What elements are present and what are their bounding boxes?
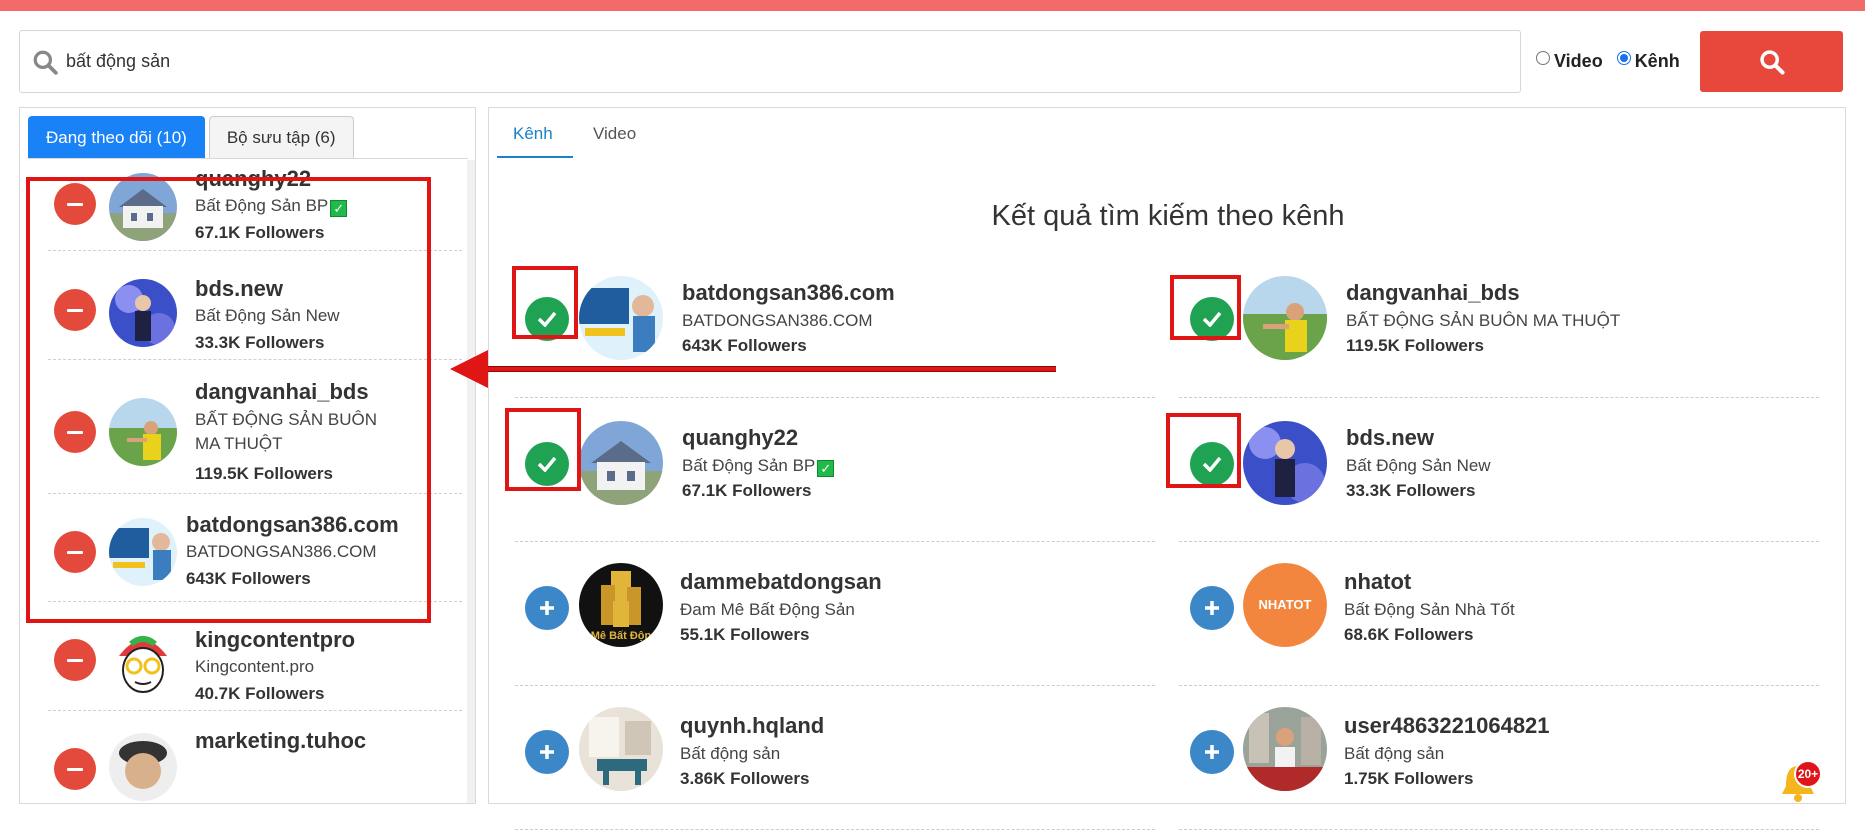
follower-count: 33.3K Followers <box>1346 481 1476 500</box>
search-icon <box>33 50 58 75</box>
avatar <box>579 707 663 791</box>
channel-name[interactable]: dammebatdongsan <box>680 569 882 595</box>
radio-video-label[interactable]: Video <box>1554 51 1603 72</box>
search-input[interactable] <box>66 31 1466 92</box>
verified-check-icon: ✓ <box>817 460 835 477</box>
active-tab-indicator <box>497 156 573 158</box>
channel-description: BATDONGSAN386.COM <box>682 311 873 330</box>
plus-icon <box>540 601 554 615</box>
radio-video[interactable] <box>1536 51 1550 65</box>
result-item: batdongsan386.com BATDONGSAN386.COM 643K… <box>515 260 1155 398</box>
follower-count: 40.7K Followers <box>195 684 325 703</box>
highlight-box <box>505 408 581 491</box>
follower-count: 643K Followers <box>682 336 807 355</box>
avatar: Mê Bất Độn <box>579 563 663 647</box>
plus-icon <box>540 745 554 759</box>
avatar <box>109 626 177 694</box>
avatar-logo-text: Mê Bất Độn <box>591 630 652 642</box>
follower-count: 67.1K Followers <box>682 481 812 500</box>
highlight-box <box>26 177 431 623</box>
annotation-arrow-head <box>450 350 488 388</box>
highlight-box <box>512 266 578 339</box>
radio-channel-label[interactable]: Kênh <box>1635 51 1680 72</box>
follow-button[interactable] <box>525 730 569 774</box>
follower-count: 68.6K Followers <box>1344 625 1474 644</box>
avatar-logo-text: NHATOT <box>1259 597 1312 612</box>
highlight-box <box>1166 413 1241 488</box>
follower-count: 119.5K Followers <box>1346 336 1484 355</box>
results-title: Kết quả tìm kiếm theo kênh <box>991 200 1345 232</box>
radio-channel[interactable] <box>1616 51 1631 65</box>
avatar <box>1243 276 1327 360</box>
follow-button[interactable] <box>1190 730 1234 774</box>
result-item: Mê Bất Độn dammebatdongsan Đam Mê Bất Độ… <box>515 548 1155 686</box>
channel-description: Bất Động Sản Nhà Tốt <box>1344 600 1515 619</box>
top-banner <box>0 0 1865 11</box>
channel-name[interactable]: quanghy22 <box>682 425 798 451</box>
channel-name[interactable]: dangvanhai_bds <box>1346 280 1520 306</box>
avatar: NHATOT <box>1243 563 1327 647</box>
search-icon <box>1759 49 1785 75</box>
tabs-divider <box>28 158 468 159</box>
tab-video[interactable]: Video <box>593 124 636 144</box>
channel-description: Kingcontent.pro <box>195 657 315 676</box>
avatar <box>1243 707 1327 791</box>
channel-name[interactable]: marketing.tuhoc <box>195 728 366 754</box>
scrollbar[interactable] <box>467 160 475 803</box>
follower-count: 1.75K Followers <box>1344 769 1474 788</box>
avatar <box>109 733 177 801</box>
search-type-radio-group: Video Kênh <box>1536 48 1694 74</box>
annotation-arrow-shaft <box>484 366 1056 372</box>
channel-description: Bất động sản <box>1344 744 1445 763</box>
follower-count: 55.1K Followers <box>680 625 810 644</box>
follow-button[interactable] <box>1190 586 1234 630</box>
channel-description: BẤT ĐỘNG SẢN BUÔN MA THUỘT <box>1346 311 1621 330</box>
list-item: marketing.tuhoc <box>48 711 462 803</box>
result-item: user4863221064821 Bất động sản 1.75K Fol… <box>1179 692 1819 830</box>
following-tabs: Đang theo dõi (10) Bộ sưu tập (6) <box>28 116 358 158</box>
plus-icon <box>1205 601 1219 615</box>
search-box <box>19 30 1521 93</box>
notification-badge: 20+ <box>1794 760 1822 788</box>
channel-name[interactable]: nhatot <box>1344 569 1411 595</box>
channel-description: Bất động sản <box>680 744 781 763</box>
avatar <box>579 421 663 505</box>
follower-count: 3.86K Followers <box>680 769 810 788</box>
channel-name[interactable]: bds.new <box>1346 425 1434 451</box>
tab-following[interactable]: Đang theo dõi (10) <box>28 116 205 158</box>
search-button[interactable] <box>1700 31 1843 92</box>
result-item: bds.new Bất Động Sản New 33.3K Followers <box>1179 404 1819 542</box>
result-item: quanghy22 Bất Động Sản BP ✓ 67.1K Followe… <box>515 404 1155 542</box>
follow-button[interactable] <box>525 586 569 630</box>
result-item: quynh.hqland Bất động sản 3.86K Follower… <box>515 692 1155 830</box>
channel-name[interactable]: quynh.hqland <box>680 713 824 739</box>
channel-name[interactable]: batdongsan386.com <box>682 280 895 306</box>
channel-description-text: Bất Động Sản BP <box>682 456 816 475</box>
tab-collection[interactable]: Bộ sưu tập (6) <box>208 116 354 158</box>
avatar <box>1243 421 1327 505</box>
tab-channel[interactable]: Kênh <box>513 124 553 144</box>
channel-description: Bất Động Sản New <box>1346 456 1491 475</box>
avatar <box>579 276 663 360</box>
channel-description: Đam Mê Bất Động Sản <box>680 600 855 619</box>
channel-name[interactable]: kingcontentpro <box>195 627 355 653</box>
channel-description: Bất Động Sản BP ✓ <box>682 456 835 477</box>
unfollow-button[interactable] <box>54 639 96 681</box>
plus-icon <box>1205 745 1219 759</box>
result-item: dangvanhai_bds BẤT ĐỘNG SẢN BUÔN MA THUỘ… <box>1179 260 1819 398</box>
highlight-box <box>1170 275 1241 340</box>
channel-name[interactable]: user4863221064821 <box>1344 713 1550 739</box>
result-item: NHATOT nhatot Bất Động Sản Nhà Tốt 68.6K… <box>1179 548 1819 686</box>
unfollow-button[interactable] <box>54 748 96 790</box>
